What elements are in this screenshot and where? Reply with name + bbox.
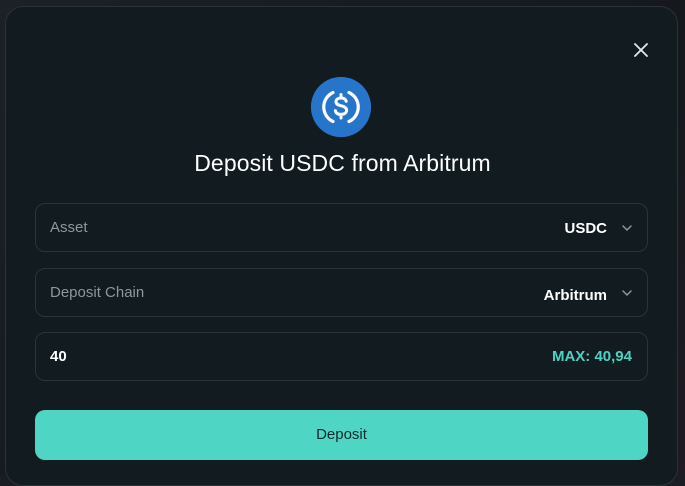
chevron-down-icon bbox=[621, 222, 633, 234]
chevron-down-icon bbox=[621, 287, 633, 299]
asset-label: Asset bbox=[50, 219, 88, 236]
close-button[interactable] bbox=[630, 39, 652, 61]
amount-field[interactable]: 40 MAX: 40,94 bbox=[35, 332, 648, 381]
modal-title: Deposit USDC from Arbitrum bbox=[194, 150, 491, 176]
close-icon bbox=[634, 43, 648, 57]
max-button[interactable]: MAX: 40,94 bbox=[552, 348, 632, 365]
deposit-chain-label: Deposit Chain bbox=[50, 284, 145, 301]
deposit-chain-value: Arbitrum bbox=[543, 287, 607, 304]
asset-value: USDC bbox=[564, 220, 607, 237]
deposit-modal: Deposit USDC from Arbitrum Asset USDC De… bbox=[5, 6, 678, 486]
amount-input[interactable]: 40 bbox=[50, 348, 67, 365]
usdc-coin-icon bbox=[311, 77, 371, 137]
deposit-button[interactable]: Deposit bbox=[35, 410, 648, 460]
asset-select[interactable]: Asset USDC bbox=[35, 203, 648, 252]
deposit-chain-select[interactable]: Deposit Chain Arbitrum bbox=[35, 268, 648, 317]
